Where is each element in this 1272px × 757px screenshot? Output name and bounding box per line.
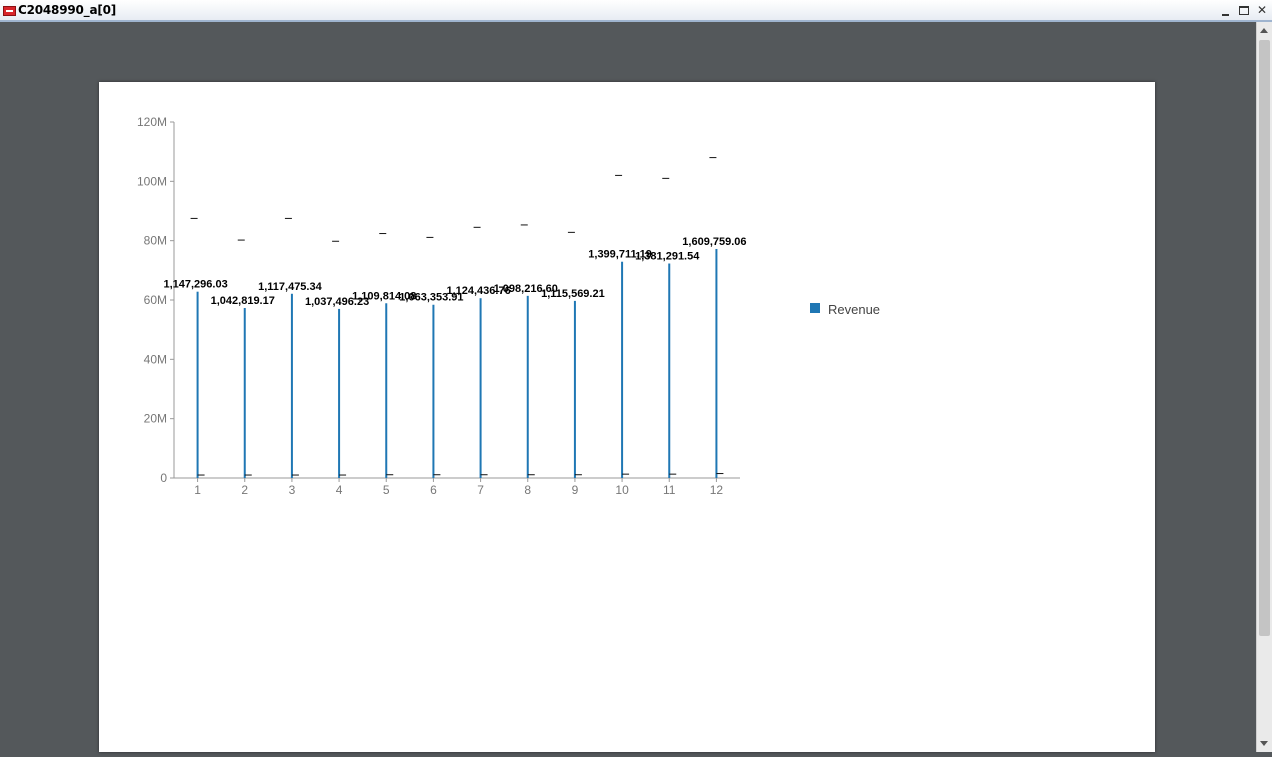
y-tick-label: 120M [137,115,167,129]
x-tick-label: 9 [572,483,579,497]
maximize-icon[interactable] [1236,2,1252,18]
y-tick-label: 0 [160,471,167,485]
pdf-app-icon [3,6,16,16]
x-tick-label: 10 [615,483,629,497]
revenue-chart: 020M40M60M80M100M120M 1 2 3 4 5 6 7 8 9 10 11 12 1,… [137,115,880,497]
x-axis: 1 2 3 4 5 6 7 8 9 10 11 12 [174,477,740,497]
y-tick-label: 40M [144,352,167,366]
x-tick-label: 1 [194,483,201,497]
data-label: 1,115,569.21 [541,288,605,300]
data-label: 1,609,759.06 [682,236,746,248]
x-tick-label: 12 [710,483,724,497]
data-label: 1,042,819.17 [211,295,275,307]
x-tick-label: 11 [663,483,676,497]
window-title: C2048990_a[0] [18,3,117,17]
y-tick-label: 100M [137,174,167,188]
scrollbar-thumb[interactable] [1259,40,1270,636]
bar [432,304,435,478]
bar [668,263,671,478]
bar [196,291,199,478]
y-tick-label: 80M [144,234,167,248]
bar [621,261,624,478]
data-labels: 1,147,296.031,042,819.171,117,475.341,03… [163,236,746,308]
x-tick-label: 2 [241,483,248,497]
legend-swatch-revenue [810,303,820,313]
data-label: 1,147,296.03 [163,279,227,291]
data-label: 1,381,291.54 [635,251,700,263]
bar [715,248,718,478]
y-axis: 0 20M 40M 60M 80M 100M 120M [137,115,175,485]
bar [385,303,388,478]
x-tick-label: 4 [336,483,343,497]
bar-series-revenue [190,157,724,478]
scroll-down-icon[interactable] [1260,741,1268,746]
bar [290,293,293,478]
bar [243,308,246,478]
data-label: 1,117,475.34 [258,281,323,293]
y-tick-label: 60M [144,293,167,307]
bar [526,295,529,478]
document-page: 0 20M 40M 60M 80M 100M 120M 1 2 3 4 5 6 7 8 9 10 11 12 1,… [99,82,1155,752]
x-tick-label: 5 [383,483,390,497]
minimize-icon[interactable] [1218,2,1234,18]
x-tick-label: 8 [524,483,531,497]
close-icon[interactable]: ✕ [1254,2,1270,18]
x-tick-label: 6 [430,483,437,497]
legend: Revenue [810,302,880,317]
x-tick-label: 3 [289,483,296,497]
x-tick-label: 7 [477,483,484,497]
bar [479,298,482,478]
window-titlebar: C2048990_a[0] ✕ [0,0,1272,22]
y-tick-label: 20M [144,412,167,426]
legend-label-revenue: Revenue [828,302,880,317]
bar [338,308,341,478]
bar [573,300,576,478]
vertical-scrollbar[interactable] [1256,22,1272,752]
scroll-up-icon[interactable] [1260,28,1268,33]
